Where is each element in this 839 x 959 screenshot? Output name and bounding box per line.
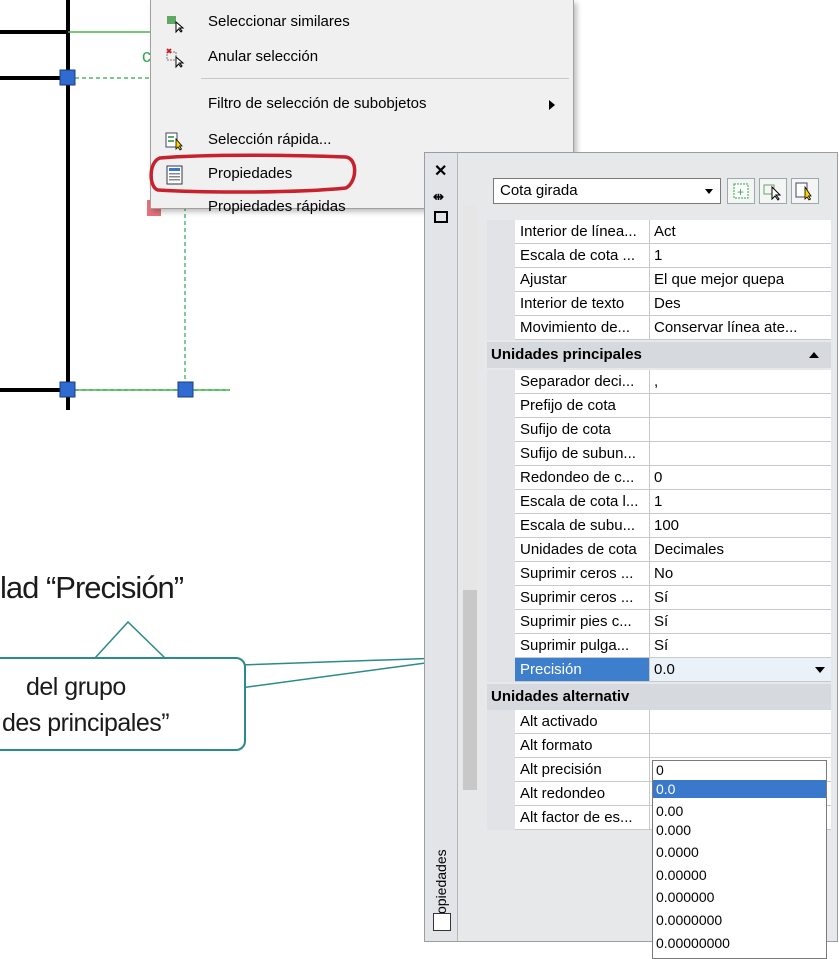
- callout-line-1: del grupo: [26, 673, 126, 701]
- property-row[interactable]: Interior de texto Des: [487, 292, 831, 316]
- precision-option[interactable]: 0.0000000: [653, 911, 826, 929]
- chevron-down-icon: [815, 667, 825, 673]
- property-row[interactable]: Alt activado: [487, 710, 831, 734]
- property-row[interactable]: Ajustar El que mejor quepa: [487, 268, 831, 292]
- precision-option-selected[interactable]: 0.0: [653, 780, 826, 798]
- palette-title-strip: ✕ ⇹ Propiedades: [425, 153, 458, 941]
- group-header-alt-units[interactable]: Unidades alternativ: [487, 684, 831, 710]
- object-type-select[interactable]: Cota girada: [493, 178, 721, 204]
- property-row[interactable]: Unidades de cota Decimales: [487, 538, 831, 562]
- property-row[interactable]: Escala de cota ... 1: [487, 244, 831, 268]
- submenu-arrow-icon: [549, 100, 555, 110]
- property-row[interactable]: Suprimir ceros ... No: [487, 562, 831, 586]
- palette-scrollbar-thumb[interactable]: [463, 590, 477, 790]
- close-icon[interactable]: ✕: [434, 161, 447, 181]
- pickadd-icon: +: [733, 183, 749, 199]
- menu-item-deselect[interactable]: Anular selección: [151, 45, 573, 71]
- quick-select-icon: [165, 132, 183, 151]
- menu-item-subobject-filter[interactable]: Filtro de selección de subobjetos: [151, 92, 573, 118]
- menu-separator: [201, 78, 569, 79]
- callout-line-2: des principales”: [2, 709, 170, 737]
- deselect-icon: [166, 48, 185, 68]
- precision-option[interactable]: 0.00000: [653, 866, 826, 884]
- precision-select[interactable]: 0.0: [650, 658, 831, 682]
- precision-dropdown-list: 0 0.0 0.00 0.000 0.0000 0.00000 0.000000…: [652, 760, 827, 959]
- select-objects-icon: [763, 184, 782, 201]
- property-row[interactable]: Separador deci...,: [487, 370, 831, 394]
- quick-select-icon: [795, 182, 812, 201]
- group-header-primary-units[interactable]: Unidades principales: [487, 342, 831, 368]
- property-row[interactable]: Escala de cota l... 1: [487, 490, 831, 514]
- property-row[interactable]: Suprimir pies c... Sí: [487, 610, 831, 634]
- property-row[interactable]: Alt formato: [487, 734, 831, 758]
- precision-option[interactable]: 0.00000000: [653, 934, 826, 952]
- property-row[interactable]: Prefijo de cota: [487, 394, 831, 418]
- property-row[interactable]: Escala de subu... 100: [487, 514, 831, 538]
- palette-bottom-icon[interactable]: [433, 913, 451, 931]
- property-row[interactable]: Suprimir pulga... Sí: [487, 634, 831, 658]
- toggle-pickadd-button[interactable]: +: [727, 178, 755, 204]
- collapse-up-icon: [809, 352, 819, 358]
- menu-item-select-similar[interactable]: Seleccionar similares: [151, 10, 573, 36]
- property-row-precision[interactable]: Precisión 0.0: [487, 658, 831, 682]
- property-row[interactable]: Suprimir ceros ... Sí: [487, 586, 831, 610]
- precision-option[interactable]: 0.00: [653, 802, 826, 820]
- autohide-icon[interactable]: ⇹: [433, 189, 444, 205]
- highlight-ellipse: [149, 153, 357, 194]
- select-similar-icon: [167, 16, 185, 33]
- precision-option[interactable]: 0: [653, 761, 826, 779]
- callout-box: del grupo des principales”: [0, 657, 246, 751]
- property-row[interactable]: Sufijo de cota: [487, 418, 831, 442]
- property-row[interactable]: Sufijo de subun...: [487, 442, 831, 466]
- property-row[interactable]: Redondeo de c... 0: [487, 466, 831, 490]
- select-objects-button[interactable]: [759, 178, 787, 204]
- svg-text:+: +: [737, 185, 744, 199]
- property-row[interactable]: Interior de línea... Act: [487, 220, 831, 244]
- menu-item-quick-select[interactable]: Selección rápida...: [151, 128, 573, 154]
- precision-option[interactable]: 0.000000: [653, 888, 826, 906]
- precision-option[interactable]: 0.0000: [653, 843, 826, 861]
- precision-option[interactable]: 0.000: [653, 821, 826, 839]
- property-row[interactable]: Movimiento de... Conservar línea ate...: [487, 316, 831, 340]
- quick-select-button[interactable]: [791, 178, 819, 204]
- chevron-down-icon: [700, 182, 718, 200]
- palette-menu-icon[interactable]: [434, 211, 448, 223]
